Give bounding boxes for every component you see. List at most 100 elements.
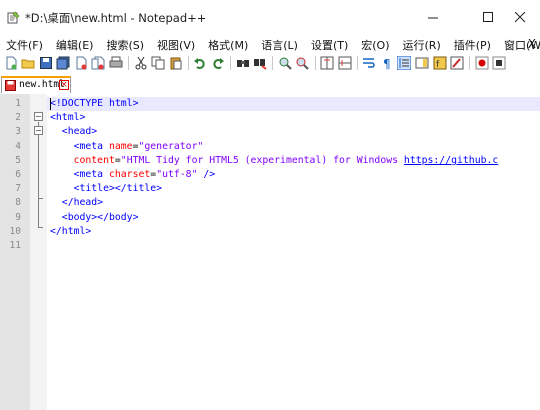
record-macro-button[interactable]: [474, 55, 489, 70]
code-line: </head>: [50, 197, 103, 208]
copy-button[interactable]: [151, 55, 166, 70]
line-number: 8: [15, 197, 21, 209]
menu-macro[interactable]: 宏(O): [359, 37, 391, 53]
folder-as-workspace-button[interactable]: [450, 55, 465, 70]
code-token: <!DOCTYPE html>: [50, 98, 139, 109]
replace-button[interactable]: [253, 55, 268, 70]
window-title: *D:\桌面\new.html - Notepad++: [25, 11, 207, 25]
line-number: 9: [15, 211, 21, 223]
toolbar-separator: [187, 55, 189, 70]
zoom-in-button[interactable]: [277, 55, 292, 70]
stop-record-button[interactable]: [492, 55, 507, 70]
tab-bar: new.html ×: [0, 73, 540, 93]
redo-button[interactable]: [211, 55, 226, 70]
notepad-plus-plus-icon: [7, 11, 20, 24]
save-button[interactable]: [38, 55, 53, 70]
code-token: />: [197, 169, 216, 180]
menu-plugins[interactable]: 插件(P): [452, 37, 493, 53]
zoom-out-button[interactable]: [295, 55, 310, 70]
code-line: content="HTML Tidy for HTML5 (experiment…: [50, 154, 499, 166]
code-line: <title></title>: [50, 183, 162, 194]
text-cursor: [50, 98, 51, 110]
word-wrap-icon: [363, 57, 375, 68]
fold-toggle-head[interactable]: [34, 126, 43, 135]
code-token: </head>: [61, 197, 104, 209]
code-editor[interactable]: 1 2 3 4 5 6 7 8 9 10 11 <!DOCTYPE html> <html> <hea…: [0, 94, 540, 410]
function-list-icon: f: [433, 56, 447, 70]
undo-icon: [194, 57, 206, 69]
print-icon: [109, 56, 123, 67]
code-token: "HTML Tidy for HTML5 (experimental) for …: [120, 154, 404, 166]
tab-label: new.html: [19, 79, 65, 90]
code-line: <head>: [50, 126, 97, 137]
menu-view[interactable]: 视图(V): [155, 37, 197, 53]
menu-language[interactable]: 语言(L): [259, 37, 300, 53]
doc-map-icon: [415, 57, 429, 68]
toolbar-separator: [128, 55, 130, 70]
line-number: 3: [15, 126, 21, 138]
close-file-icon: [76, 56, 87, 69]
tab-new-html[interactable]: new.html ×: [1, 76, 71, 93]
code-line: <html>: [50, 112, 85, 123]
new-file-button[interactable]: [3, 55, 18, 70]
menu-settings[interactable]: 设置(T): [309, 37, 350, 53]
tab-close-button[interactable]: ×: [59, 80, 69, 90]
show-all-chars-button[interactable]: ¶: [379, 55, 394, 70]
line-number: 2: [15, 112, 21, 124]
code-token: <html>: [50, 112, 86, 124]
open-file-button[interactable]: [21, 55, 36, 70]
save-all-icon: [56, 56, 70, 69]
sync-vertical-icon: [320, 56, 334, 69]
menu-run[interactable]: 运行(R): [401, 37, 443, 53]
zoom-out-icon: [296, 57, 310, 70]
save-icon: [39, 56, 52, 69]
save-all-button[interactable]: [56, 55, 71, 70]
menu-file[interactable]: 文件(F): [4, 37, 45, 53]
cut-button[interactable]: [133, 55, 148, 70]
line-number: 5: [15, 154, 21, 166]
code-line: <meta charset="utf-8" />: [50, 169, 216, 180]
cut-icon: [135, 56, 147, 69]
find-button[interactable]: [235, 55, 250, 70]
fold-margin: [30, 94, 47, 410]
title-bar: *D:\桌面\new.html - Notepad++: [0, 0, 540, 34]
sync-vertical-button[interactable]: [320, 55, 335, 70]
menu-search[interactable]: 搜索(S): [104, 37, 146, 53]
zoom-in-icon: [279, 57, 292, 70]
fold-toggle-html[interactable]: [34, 112, 43, 121]
close-file-button[interactable]: [73, 55, 88, 70]
menu-format[interactable]: 格式(M): [206, 37, 250, 53]
folder-workspace-icon: [450, 56, 464, 69]
code-token: <meta: [73, 169, 109, 180]
paste-button[interactable]: [168, 55, 183, 70]
word-wrap-button[interactable]: [362, 55, 377, 70]
code-token: <title></title>: [73, 183, 163, 195]
code-token: <meta: [73, 140, 109, 152]
menu-edit[interactable]: 编辑(E): [54, 37, 96, 53]
close-all-button[interactable]: [91, 55, 106, 70]
close-window-button[interactable]: [498, 0, 540, 34]
close-document-button[interactable]: X: [528, 37, 536, 51]
line-number: 11: [9, 240, 21, 251]
print-button[interactable]: [109, 55, 124, 70]
minimize-icon: [427, 17, 438, 18]
doc-map-button[interactable]: [414, 55, 429, 70]
svg-text:¶: ¶: [383, 57, 391, 70]
code-link[interactable]: https://github.c: [404, 155, 498, 166]
minimize-button[interactable]: [411, 0, 455, 34]
redo-icon: [213, 57, 225, 69]
pilcrow-icon: ¶: [383, 57, 391, 70]
sync-horizontal-button[interactable]: [337, 55, 352, 70]
code-token: </html>: [50, 225, 92, 237]
undo-button[interactable]: [193, 55, 208, 70]
indent-guide-button[interactable]: [397, 55, 412, 70]
function-list-button[interactable]: f: [432, 55, 447, 70]
toolbar-separator: [356, 55, 358, 70]
line-number: 1: [15, 98, 21, 109]
fold-end-html: [38, 227, 43, 228]
